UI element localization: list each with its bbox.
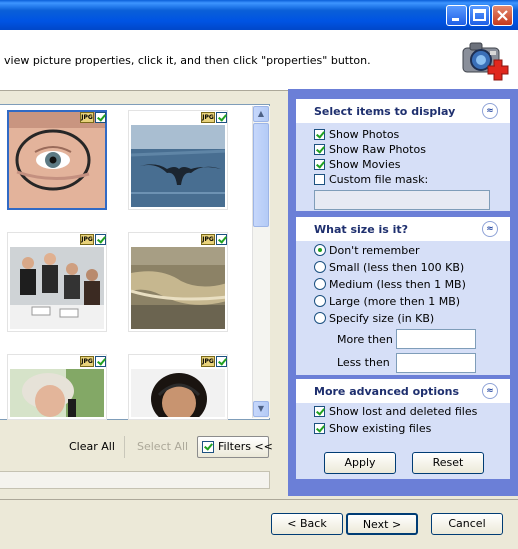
size-large-label: Large (more then 1 MB) bbox=[329, 295, 461, 308]
reset-button[interactable]: Reset bbox=[412, 452, 484, 474]
thumbnail-5-checkbox[interactable] bbox=[95, 356, 106, 367]
maximize-button[interactable] bbox=[469, 5, 490, 26]
footer-divider bbox=[0, 499, 518, 500]
whale-tail-photo bbox=[131, 125, 225, 207]
size-dont-remember-label: Don't remember bbox=[329, 244, 420, 257]
back-button[interactable]: < Back bbox=[271, 513, 343, 535]
thumbnail-4[interactable] bbox=[128, 232, 228, 332]
eye-photo bbox=[9, 112, 105, 208]
clear-all-button[interactable]: Clear All bbox=[69, 437, 115, 457]
meeting-photo bbox=[10, 247, 104, 329]
jpg-badge-2: JPG bbox=[201, 112, 215, 123]
show-existing-checkbox[interactable] bbox=[314, 423, 325, 434]
advanced-options-group: More advanced options ≈ Show lost and de… bbox=[296, 379, 510, 439]
minimize-button[interactable] bbox=[446, 5, 467, 26]
jpg-badge-3: JPG bbox=[80, 234, 94, 245]
close-icon bbox=[493, 6, 512, 25]
thumbnail-3[interactable] bbox=[7, 232, 107, 332]
instruction-text: view picture properties, click it, and t… bbox=[4, 54, 371, 67]
double-chevron-icon: ≈ bbox=[486, 224, 494, 234]
size-group-header[interactable]: What size is it? ≈ bbox=[296, 217, 510, 241]
show-photos-label: Show Photos bbox=[329, 128, 400, 141]
filters-checkbox[interactable] bbox=[202, 441, 214, 453]
title-bar bbox=[0, 0, 518, 30]
chevron-up-icon: ▲ bbox=[257, 109, 265, 118]
apply-button[interactable]: Apply bbox=[324, 452, 396, 474]
woman-headset-photo bbox=[131, 369, 225, 417]
collapse-size-button[interactable]: ≈ bbox=[482, 221, 498, 237]
filters-label: Filters << bbox=[218, 440, 273, 453]
size-specify-label: Specify size (in KB) bbox=[329, 312, 435, 325]
display-group-header[interactable]: Select items to display ≈ bbox=[296, 99, 510, 123]
jpg-badge-1: JPG bbox=[80, 112, 94, 123]
maximize-icon bbox=[470, 6, 489, 25]
close-button[interactable] bbox=[492, 5, 513, 26]
size-group-title: What size is it? bbox=[314, 223, 409, 236]
size-dont-remember-radio[interactable] bbox=[314, 244, 326, 256]
size-options-group: What size is it? ≈ Don't remember Small … bbox=[296, 217, 510, 375]
scroll-up-button[interactable]: ▲ bbox=[253, 106, 269, 122]
display-group-title: Select items to display bbox=[314, 105, 456, 118]
size-small-label: Small (less then 100 KB) bbox=[329, 261, 465, 274]
size-large-radio[interactable] bbox=[314, 295, 326, 307]
thumbnail-1[interactable] bbox=[7, 110, 107, 210]
show-existing-label: Show existing files bbox=[329, 422, 432, 435]
show-movies-checkbox[interactable] bbox=[314, 159, 325, 170]
minimize-icon bbox=[447, 6, 466, 25]
collapse-advanced-button[interactable]: ≈ bbox=[482, 383, 498, 399]
double-chevron-icon: ≈ bbox=[486, 386, 494, 396]
double-chevron-icon: ≈ bbox=[486, 106, 494, 116]
show-lost-deleted-checkbox[interactable] bbox=[314, 406, 325, 417]
next-button[interactable]: Next > bbox=[346, 513, 418, 535]
thumbnail-3-checkbox[interactable] bbox=[95, 234, 106, 245]
wave-photo bbox=[131, 247, 225, 329]
less-than-label: Less then bbox=[337, 356, 390, 369]
thumbnail-scrollbar[interactable]: ▲ ▼ bbox=[252, 106, 270, 418]
size-medium-radio[interactable] bbox=[314, 278, 326, 290]
thumbnail-6-checkbox[interactable] bbox=[216, 356, 227, 367]
custom-mask-checkbox[interactable] bbox=[314, 174, 325, 185]
custom-mask-label: Custom file mask: bbox=[329, 173, 429, 186]
select-all-button[interactable]: Select All bbox=[137, 437, 188, 457]
size-specify-radio[interactable] bbox=[314, 312, 326, 324]
jpg-badge-6: JPG bbox=[201, 356, 215, 367]
size-small-radio[interactable] bbox=[314, 261, 326, 273]
chevron-down-icon: ▼ bbox=[257, 404, 265, 413]
jpg-badge-5: JPG bbox=[80, 356, 94, 367]
thumbnail-1-checkbox[interactable] bbox=[95, 112, 106, 123]
divider bbox=[124, 436, 125, 458]
custom-mask-input[interactable] bbox=[314, 190, 490, 210]
show-lost-deleted-label: Show lost and deleted files bbox=[329, 405, 478, 418]
scroll-thumb[interactable] bbox=[253, 123, 269, 227]
thumbnail-2-checkbox[interactable] bbox=[216, 112, 227, 123]
options-panel: Select items to display ≈ Show Photos Sh… bbox=[288, 89, 518, 496]
advanced-group-header[interactable]: More advanced options ≈ bbox=[296, 379, 510, 403]
scroll-down-button[interactable]: ▼ bbox=[253, 401, 269, 417]
thumbnail-4-checkbox[interactable] bbox=[216, 234, 227, 245]
jpg-badge-4: JPG bbox=[201, 234, 215, 245]
filters-toggle[interactable]: Filters << bbox=[197, 436, 273, 458]
less-than-input[interactable] bbox=[396, 353, 476, 373]
show-raw-photos-checkbox[interactable] bbox=[314, 144, 325, 155]
display-options-group: Select items to display ≈ Show Photos Sh… bbox=[296, 99, 510, 211]
camera-plus-icon bbox=[460, 38, 510, 82]
size-medium-label: Medium (less then 1 MB) bbox=[329, 278, 466, 291]
advanced-group-title: More advanced options bbox=[314, 385, 460, 398]
more-than-label: More then bbox=[337, 333, 393, 346]
woman-phone-photo bbox=[10, 369, 104, 417]
show-movies-label: Show Movies bbox=[329, 158, 401, 171]
more-than-input[interactable] bbox=[396, 329, 476, 349]
progress-bar bbox=[0, 471, 270, 489]
collapse-display-button[interactable]: ≈ bbox=[482, 103, 498, 119]
thumbnail-2[interactable] bbox=[128, 110, 228, 210]
cancel-button[interactable]: Cancel bbox=[431, 513, 503, 535]
show-raw-photos-label: Show Raw Photos bbox=[329, 143, 426, 156]
show-photos-checkbox[interactable] bbox=[314, 129, 325, 140]
